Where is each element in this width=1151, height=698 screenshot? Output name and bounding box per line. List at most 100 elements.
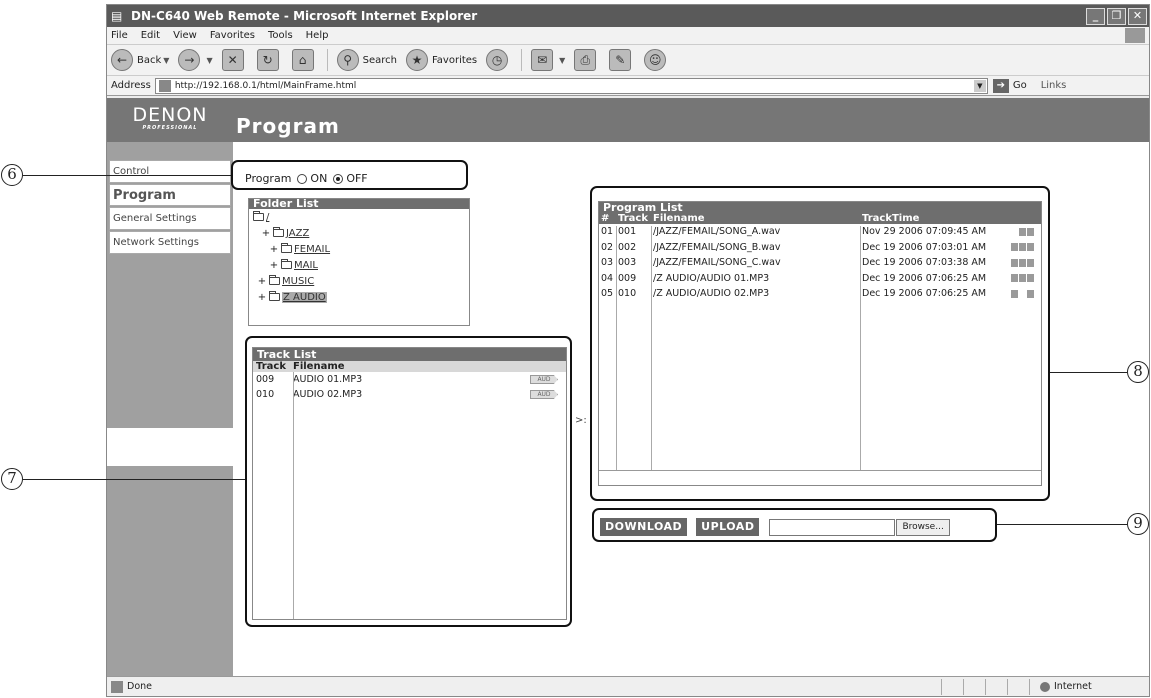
address-label: Address: [111, 80, 151, 91]
callout-8: 8: [1127, 361, 1149, 383]
forward-button[interactable]: → ▼: [178, 49, 213, 71]
refresh-icon: ↻: [256, 49, 279, 71]
folder-icon: [269, 275, 280, 285]
messenger-button[interactable]: ☺: [644, 49, 670, 71]
status-cells: Internet: [941, 678, 1149, 695]
minimize-button[interactable]: _: [1086, 7, 1105, 25]
folder-link-jazz[interactable]: JAZZ: [286, 228, 309, 239]
back-dropdown-icon[interactable]: ▼: [163, 56, 169, 65]
menu-file[interactable]: File: [111, 30, 128, 41]
transfer-arrow: >:: [575, 415, 587, 426]
folder-z-audio[interactable]: + Z AUDIO: [253, 289, 469, 305]
folder-icon: [253, 211, 264, 221]
back-button[interactable]: ← Back ▼: [111, 49, 169, 71]
links-button[interactable]: Links: [1041, 80, 1067, 91]
sidebar-item-program[interactable]: Program: [109, 184, 231, 206]
menu-tools[interactable]: Tools: [268, 30, 293, 41]
status-cell: [963, 678, 985, 695]
refresh-button[interactable]: ↻: [256, 49, 283, 71]
status-cell: [1007, 678, 1029, 695]
folder-link-femail[interactable]: FEMAIL: [294, 244, 330, 255]
folder-root[interactable]: /: [253, 209, 469, 225]
callout-7: 7: [1, 468, 23, 490]
callout-leader: [997, 524, 1127, 525]
messenger-icon: ☺: [644, 49, 667, 71]
zone-text: Internet: [1054, 681, 1092, 692]
go-arrow-icon: ➔: [992, 78, 1009, 93]
menu-view[interactable]: View: [173, 30, 197, 41]
sidebar-item-network-settings[interactable]: Network Settings: [109, 231, 231, 254]
search-icon: ⚲: [336, 49, 359, 71]
folder-femail[interactable]: + FEMAIL: [253, 241, 469, 257]
callout-frame-program-list: [590, 186, 1050, 501]
menu-bar: File Edit View Favorites Tools Help: [107, 27, 1149, 44]
favorites-button[interactable]: ★ Favorites: [405, 49, 478, 71]
globe-icon: [1040, 681, 1050, 692]
folder-link-mail[interactable]: MAIL: [294, 260, 318, 271]
title-bar: ▤ DN-C640 Web Remote - Microsoft Interne…: [107, 5, 1149, 27]
back-label: Back: [137, 54, 162, 66]
folder-list-panel: Folder List / + JAZZ + FEMAIL + MAIL + M…: [248, 198, 470, 326]
address-bar: Address http://192.168.0.1/html/MainFram…: [107, 76, 1149, 96]
folder-icon: [281, 259, 292, 269]
folder-link-z-audio[interactable]: Z AUDIO: [282, 291, 327, 303]
restore-button[interactable]: ❐: [1107, 7, 1126, 25]
expand-icon[interactable]: +: [257, 276, 267, 287]
forward-arrow-icon: →: [178, 49, 201, 71]
search-button[interactable]: ⚲ Search: [336, 49, 397, 71]
mail-button[interactable]: ✉ ▼: [531, 49, 565, 71]
page-icon: [158, 79, 171, 92]
sidebar-item-control[interactable]: Control: [109, 160, 231, 183]
close-button[interactable]: ✕: [1128, 7, 1147, 25]
folder-list-title: Folder List: [249, 199, 469, 209]
sidebar: Control Program General Settings Network…: [107, 142, 233, 678]
callout-frame-program-toggle: [231, 160, 468, 190]
callout-leader: [23, 175, 231, 176]
history-button[interactable]: ◷: [486, 49, 512, 71]
history-icon: ◷: [486, 49, 509, 71]
page-title: Program: [236, 114, 340, 138]
windows-logo-icon: [1125, 28, 1145, 43]
folder-mail[interactable]: + MAIL: [253, 257, 469, 273]
expand-icon[interactable]: +: [257, 292, 267, 303]
edit-button[interactable]: ✎: [609, 49, 635, 71]
sidebar-item-general-settings[interactable]: General Settings: [109, 207, 231, 230]
menu-edit[interactable]: Edit: [141, 30, 160, 41]
page-header: DENON PROFESSIONAL Program: [107, 98, 1149, 142]
home-icon: ⌂: [291, 49, 314, 71]
print-button[interactable]: ⎙: [574, 49, 600, 71]
favorites-label: Favorites: [431, 54, 478, 66]
expand-icon[interactable]: +: [261, 228, 271, 239]
folder-jazz[interactable]: + JAZZ: [253, 225, 469, 241]
folder-link-music[interactable]: MUSIC: [282, 276, 314, 287]
folder-music[interactable]: + MUSIC: [253, 273, 469, 289]
forward-dropdown-icon[interactable]: ▼: [206, 56, 212, 65]
mail-dropdown-icon[interactable]: ▼: [559, 56, 565, 65]
go-label: Go: [1012, 80, 1027, 91]
status-text: Done: [127, 681, 152, 692]
stop-button[interactable]: ✕: [221, 49, 248, 71]
address-dropdown-icon[interactable]: ▼: [973, 79, 986, 92]
toolbar-separator: [326, 49, 328, 71]
expand-icon[interactable]: +: [269, 244, 279, 255]
go-button[interactable]: ➔ Go: [992, 78, 1027, 93]
search-label: Search: [362, 54, 397, 66]
home-button[interactable]: ⌂: [291, 49, 318, 71]
star-icon: ★: [405, 49, 428, 71]
edit-icon: ✎: [609, 49, 632, 71]
menu-favorites[interactable]: Favorites: [210, 30, 255, 41]
logo-subtext: PROFESSIONAL: [142, 125, 198, 131]
callout-6: 6: [1, 164, 23, 186]
status-cell: [985, 678, 1007, 695]
expand-icon[interactable]: +: [269, 260, 279, 271]
logo-text: DENON: [132, 104, 208, 126]
back-arrow-icon: ←: [111, 49, 133, 71]
browser-toolbar: ← Back ▼ → ▼ ✕ ↻ ⌂ ⚲ Search ★ Favorites …: [107, 44, 1149, 76]
folder-root-link[interactable]: /: [266, 212, 269, 223]
menu-help[interactable]: Help: [306, 30, 329, 41]
printer-icon: ⎙: [574, 49, 597, 71]
stop-icon: ✕: [221, 49, 244, 71]
folder-tree: / + JAZZ + FEMAIL + MAIL + MUSIC + Z AUD…: [249, 209, 469, 305]
address-input[interactable]: http://192.168.0.1/html/MainFrame.html ▼: [154, 77, 988, 94]
toolbar-separator: [521, 49, 523, 71]
